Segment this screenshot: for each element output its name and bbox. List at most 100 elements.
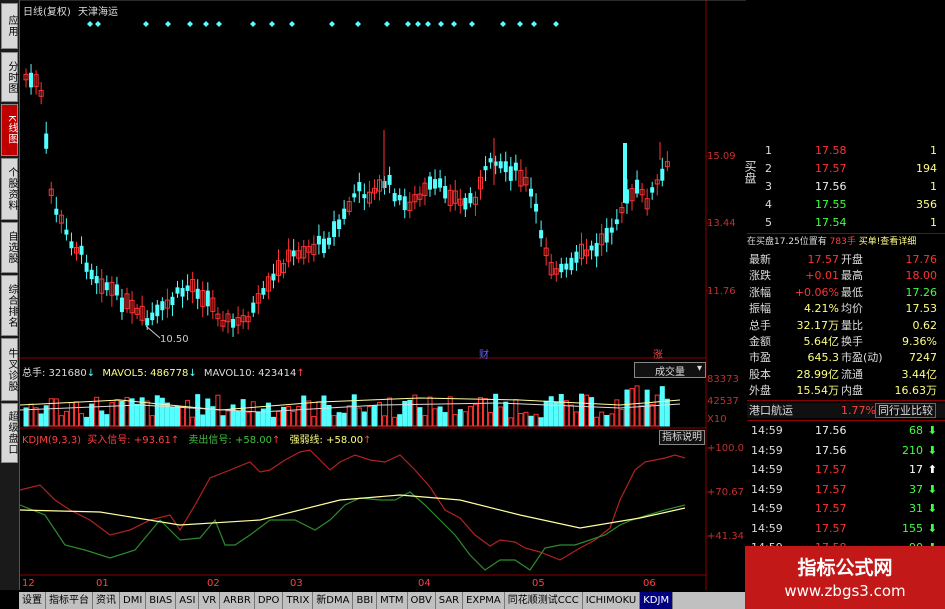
- watermark-url: www.zbgs3.com: [784, 582, 906, 600]
- order-note-text: 在买盘17.25位置有: [747, 237, 827, 247]
- volume-header: 总手: 321680↓ MAVOL5: 486778↓ MAVOL10: 423…: [22, 368, 305, 379]
- indicator-help-button[interactable]: 指标说明: [659, 430, 705, 445]
- left-tab-6[interactable]: 综合排名: [1, 275, 18, 336]
- candle-down: [623, 143, 627, 203]
- candle-down: [402, 196, 407, 211]
- order-book-row[interactable]: 5 17.54 1: [747, 215, 945, 230]
- volume-bar: [63, 410, 69, 427]
- volume-bar: [286, 406, 292, 427]
- order-note-link[interactable]: 买单!查看详细: [859, 237, 917, 247]
- stat-value: 15.54万: [796, 384, 840, 398]
- volume-bar: [382, 415, 388, 427]
- left-tab-3[interactable]: K线图: [1, 104, 18, 156]
- indicator-tab[interactable]: 指标平台: [46, 592, 93, 609]
- order-book-row[interactable]: 2 17.57 194: [747, 161, 945, 176]
- volume-bar: [457, 409, 463, 427]
- finance-marker[interactable]: 财: [479, 346, 489, 361]
- rise-marker[interactable]: 涨: [653, 346, 663, 361]
- trade-volume: 37: [909, 482, 923, 496]
- indicator-tab[interactable]: 同花顺测试CCC: [505, 592, 583, 609]
- kline-chart[interactable]: [20, 0, 746, 592]
- indicator-dropdown[interactable]: 成交量 ▾: [634, 362, 706, 378]
- volume-bar: [528, 415, 534, 427]
- indicator-tab[interactable]: MTM: [377, 592, 408, 609]
- indicator-tab[interactable]: SAR: [436, 592, 464, 609]
- left-tab-8[interactable]: 超级盘口: [1, 403, 18, 463]
- event-diamond-icon: [165, 21, 171, 27]
- volume-bar: [255, 411, 261, 427]
- volume-bar: [159, 397, 165, 427]
- candle-down: [114, 284, 119, 296]
- candle-down: [64, 229, 69, 235]
- order-note[interactable]: 在买盘17.25位置有 783手 买单!查看详细: [747, 235, 945, 250]
- volume-bar: [402, 400, 408, 427]
- volume-bar: [387, 397, 393, 427]
- candle-down: [483, 166, 488, 171]
- indicator-tab[interactable]: EXPMA: [463, 592, 505, 609]
- event-diamond-icon: [500, 21, 506, 27]
- left-tab-4[interactable]: 个股资料: [1, 158, 18, 220]
- trade-row: 14:59 17.57 37 ⬇: [747, 482, 945, 497]
- volume-bar: [154, 395, 160, 427]
- left-tab-7[interactable]: 牛叉诊股: [1, 338, 18, 401]
- indicator-tab[interactable]: BBI: [353, 592, 378, 609]
- indicator-tab[interactable]: 设置: [19, 592, 46, 609]
- indicator-tab[interactable]: OBV: [408, 592, 436, 609]
- sector-row[interactable]: 港口航运 1.77% 同行业比较: [747, 403, 945, 418]
- indicator-tab[interactable]: TRIX: [283, 592, 314, 609]
- candle-down: [185, 285, 190, 291]
- indicator-tab[interactable]: 资讯: [93, 592, 120, 609]
- volume-bar: [306, 400, 312, 427]
- trade-time: 14:59: [751, 521, 783, 535]
- volume-bar: [654, 394, 660, 427]
- indicator-tab-bar: 设置 指标平台 资讯 DMI BIAS ASI VR ARBR DPO TRIX 新DMA BBI MT…: [19, 592, 754, 609]
- kdjm-buy-signal: 买入信号: +93.61: [87, 435, 171, 446]
- quote-stat-row: 金额 5.64亿 换手 9.36%: [747, 334, 945, 349]
- trade-price: 17.56: [815, 443, 847, 457]
- trade-row: 14:59 17.57 17 ⬆: [747, 462, 945, 477]
- order-book-row[interactable]: 1 17.58 1: [747, 143, 945, 158]
- volume-bar: [114, 398, 120, 427]
- indicator-tab[interactable]: ICHIMOKU: [583, 592, 641, 609]
- volume-bar: [392, 416, 398, 427]
- candle-down: [488, 158, 493, 163]
- indicator-tab[interactable]: DMI: [120, 592, 147, 609]
- volume-ma5: MAVOL5: 486778: [102, 368, 189, 379]
- volume-bar: [568, 404, 574, 427]
- indicator-tab[interactable]: 新DMA: [313, 592, 354, 609]
- event-diamond-icon: [469, 21, 475, 27]
- volume-bar: [336, 412, 342, 427]
- indicator-tab[interactable]: KDJM: [640, 592, 674, 609]
- volume-bar: [437, 406, 443, 427]
- indicator-tab[interactable]: ARBR: [220, 592, 255, 609]
- event-diamond-icon: [384, 21, 390, 27]
- event-diamond-icon: [187, 21, 193, 27]
- volume-bar: [659, 386, 665, 427]
- low-price-label: 10.50: [160, 334, 189, 345]
- volume-bar: [533, 413, 539, 427]
- volume-bar: [422, 415, 428, 427]
- left-tab-2[interactable]: 分时图: [1, 52, 18, 102]
- volume-bar: [301, 395, 307, 427]
- event-diamond-icon: [95, 21, 101, 27]
- left-tab-5[interactable]: 自选股: [1, 222, 18, 273]
- volume-bar: [276, 410, 281, 427]
- order-book-row[interactable]: 3 17.56 1: [747, 179, 945, 194]
- order-book-row[interactable]: 4 17.55 356: [747, 197, 945, 212]
- candle-down: [433, 179, 438, 189]
- volume-bar: [180, 406, 186, 427]
- kdjm-tick: +70.67: [707, 487, 745, 498]
- indicator-tab[interactable]: ASI: [176, 592, 200, 609]
- sector-compare-button[interactable]: 同行业比较: [875, 403, 936, 418]
- indicator-tab[interactable]: VR: [199, 592, 221, 609]
- stat-label: 振幅: [749, 302, 771, 316]
- stat-value: 28.99亿: [796, 367, 840, 381]
- left-tab-1[interactable]: 应用: [1, 3, 18, 49]
- arrow-down-icon: ⬇: [927, 482, 937, 496]
- indicator-tab[interactable]: DPO: [255, 592, 284, 609]
- volume-bar: [351, 394, 357, 427]
- indicator-tab[interactable]: BIAS: [146, 592, 177, 609]
- stat-label: 流通: [841, 367, 863, 381]
- event-diamond-icon: [143, 21, 149, 27]
- candle-down: [362, 194, 367, 199]
